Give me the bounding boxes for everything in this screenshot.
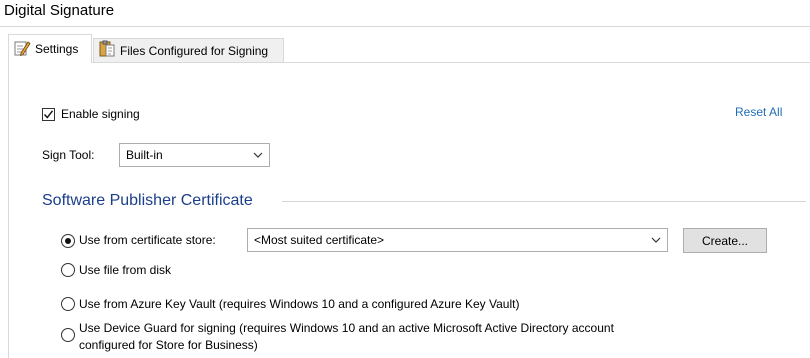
tab-files-configured[interactable]: Files Configured for Signing xyxy=(93,38,284,62)
title-divider xyxy=(0,26,810,27)
settings-pencil-icon xyxy=(13,39,31,60)
option-file-from-disk-label[interactable]: Use file from disk xyxy=(79,263,171,277)
radio-certificate-store[interactable] xyxy=(61,234,75,248)
window-title: Digital Signature xyxy=(4,2,115,19)
create-button[interactable]: Create... xyxy=(683,228,767,253)
enable-signing-label[interactable]: Enable signing xyxy=(61,107,140,121)
tab-files-label: Files Configured for Signing xyxy=(120,43,269,58)
chevron-down-icon xyxy=(651,237,661,243)
certificate-select-value: <Most suited certificate> xyxy=(254,233,385,247)
option-device-guard-label-line1[interactable]: Use Device Guard for signing (requires W… xyxy=(79,321,614,335)
check-icon xyxy=(43,110,54,119)
enable-signing-checkbox[interactable] xyxy=(42,108,55,121)
files-clipboard-icon xyxy=(98,40,116,61)
sign-tool-label: Sign Tool: xyxy=(42,148,95,162)
certificate-select[interactable]: <Most suited certificate> xyxy=(247,228,668,252)
section-divider xyxy=(282,201,806,202)
radio-file-from-disk[interactable] xyxy=(61,263,75,277)
sign-tool-select[interactable]: Built-in xyxy=(119,143,270,167)
tab-settings[interactable]: Settings xyxy=(8,34,92,63)
option-certificate-store-label[interactable]: Use from certificate store: xyxy=(79,233,216,247)
reset-all-link[interactable]: Reset All xyxy=(735,105,782,119)
option-azure-key-vault-label[interactable]: Use from Azure Key Vault (requires Windo… xyxy=(79,297,519,311)
option-device-guard-label-line2[interactable]: configured for Store for Business) xyxy=(79,338,258,352)
sign-tool-value: Built-in xyxy=(126,148,163,162)
section-title: Software Publisher Certificate xyxy=(42,192,253,209)
radio-selected-dot xyxy=(65,238,71,244)
radio-azure-key-vault[interactable] xyxy=(61,297,75,311)
chevron-down-icon xyxy=(253,152,263,158)
radio-device-guard[interactable] xyxy=(61,328,75,342)
tab-settings-label: Settings xyxy=(35,42,79,56)
